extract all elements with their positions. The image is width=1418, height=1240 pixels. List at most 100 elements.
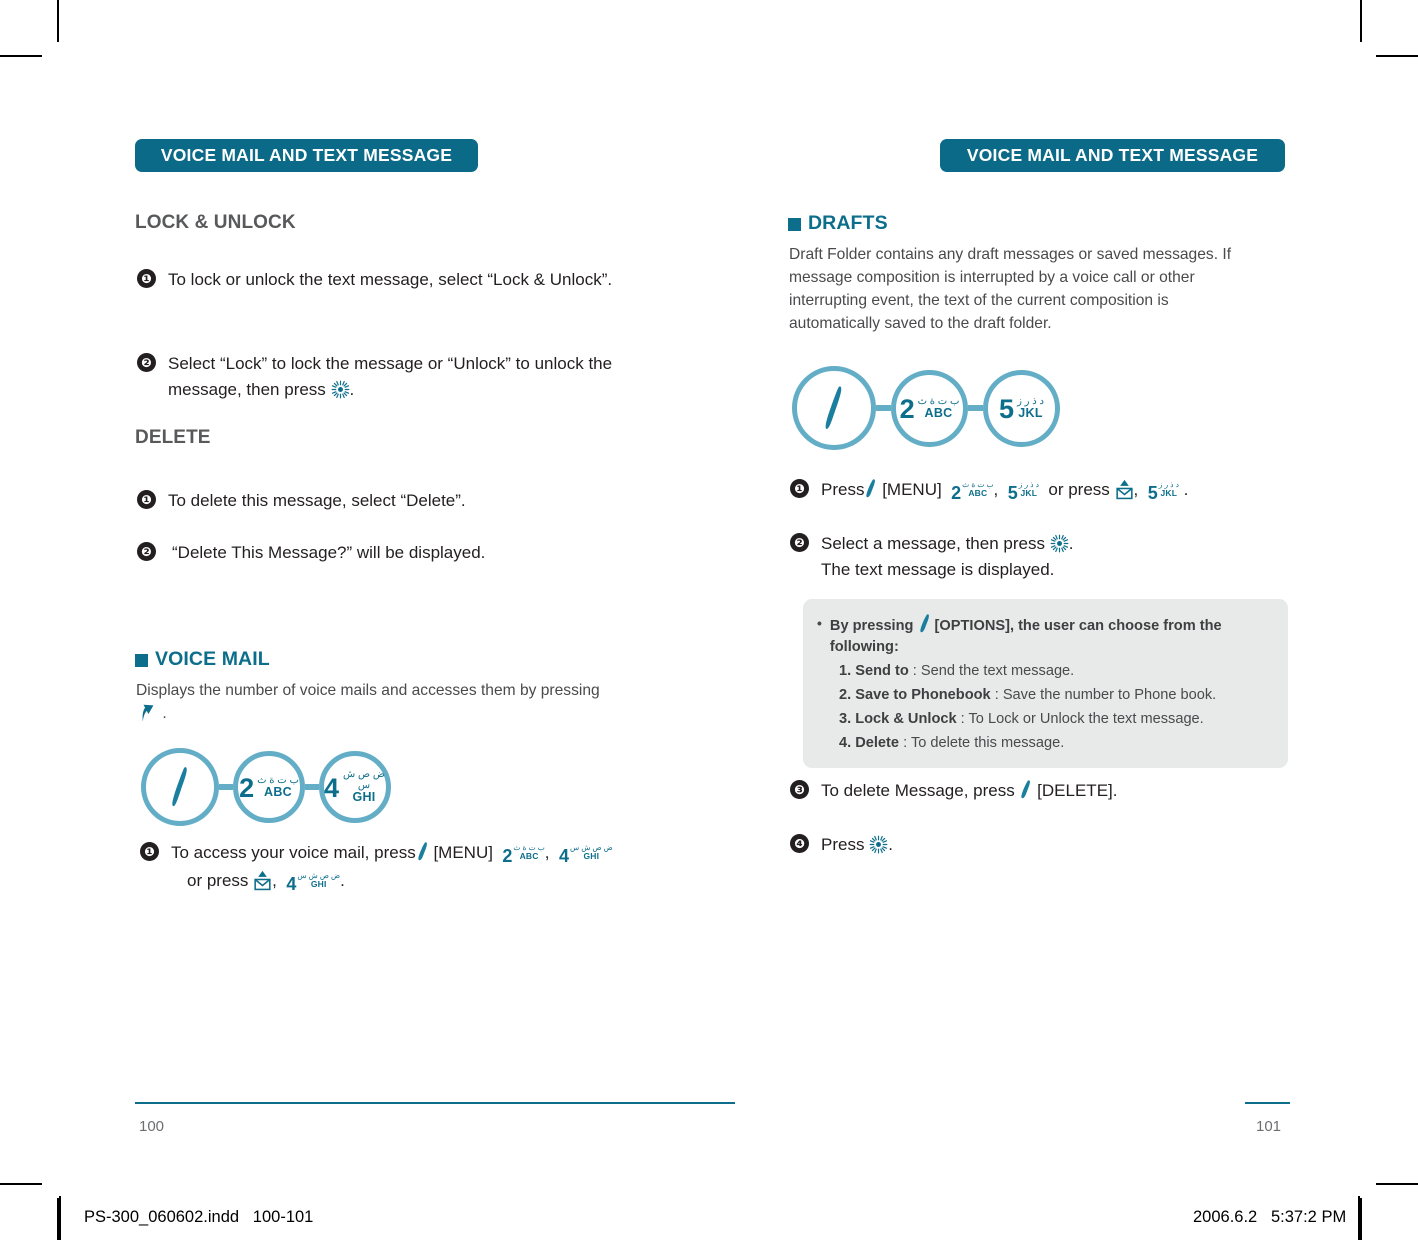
key-labels: ض ص ش س GHI bbox=[342, 769, 386, 805]
key-latin-label: GHI bbox=[310, 879, 327, 889]
key-separator: , bbox=[993, 480, 999, 499]
step-number: ❶ bbox=[790, 479, 809, 498]
key-latin-label: JKL bbox=[1160, 488, 1178, 498]
menu-slash-icon bbox=[823, 384, 845, 432]
ok-key-burst-icon bbox=[331, 380, 350, 399]
step-text: To delete this message, select “Delete”. bbox=[168, 491, 466, 510]
menu-slash-icon bbox=[918, 613, 931, 633]
menu-slash-icon bbox=[416, 841, 429, 861]
menu-softkey-label: [MENU] bbox=[882, 480, 942, 499]
step-text-before: To delete Message, press bbox=[821, 781, 1020, 800]
send-call-key-icon bbox=[136, 702, 158, 721]
option-separator: : bbox=[899, 735, 911, 751]
step-voice-mail-1: ❶ To access your voice mail, press [MENU… bbox=[140, 840, 691, 896]
description-text-after: . bbox=[158, 705, 167, 722]
print-slug-timestamp: 2006.6.2 5:37:2 PM bbox=[1193, 1208, 1347, 1226]
inline-key-2: 2ب ت ة ث ABC bbox=[951, 479, 993, 505]
slug-divider-right bbox=[1358, 1196, 1360, 1240]
key-digit: 4 bbox=[558, 846, 569, 866]
option-separator: : bbox=[956, 711, 969, 727]
page-number-right: 101 bbox=[1256, 1118, 1282, 1135]
heading-lock-and-unlock: LOCK & UNLOCK bbox=[135, 212, 296, 233]
option-description: To delete this message. bbox=[910, 735, 1065, 751]
key-circle-menu bbox=[141, 748, 219, 826]
key-chain-connector bbox=[968, 405, 983, 411]
menu-slash-icon bbox=[864, 478, 877, 498]
step-drafts-2: ❷ Select a message, then press . The tex… bbox=[790, 531, 1341, 583]
option-description: To Lock or Unlock the text message. bbox=[968, 711, 1204, 727]
note-lead-text: By pressing [OPTIONS], the user can choo… bbox=[830, 613, 1272, 658]
step-number: ❶ bbox=[140, 842, 159, 861]
option-label: 1. Send to bbox=[839, 663, 909, 679]
heading-voice-mail: VOICE MAIL bbox=[135, 648, 270, 671]
step-text-before: Press bbox=[821, 835, 870, 854]
message-key-icon bbox=[1115, 479, 1134, 500]
message-key-icon bbox=[253, 870, 272, 891]
step-text: “Delete This Message?” will be displayed… bbox=[172, 543, 486, 562]
inline-key-5-b: 5د ذ ر ز JKL bbox=[1148, 479, 1179, 505]
key-digit: 4 bbox=[286, 874, 297, 894]
menu-slash-icon bbox=[170, 765, 190, 809]
options-note-box: • By pressing [OPTIONS], the user can ch… bbox=[803, 599, 1288, 768]
heading-label: VOICE MAIL bbox=[155, 648, 270, 670]
step-delete-2: ❷ “Delete This Message?” will be display… bbox=[137, 540, 672, 566]
step-number: ❶ bbox=[137, 269, 156, 288]
inline-key-4-b: 4ض ص ش س GHI bbox=[286, 870, 340, 896]
square-bullet-icon bbox=[788, 218, 801, 231]
key-circle-2: 2 ب ت ة ث ABC bbox=[233, 751, 305, 823]
crop-mark-bottom-left-horizontal bbox=[0, 1183, 42, 1185]
option-item-4: 4. Delete : To delete this message. bbox=[817, 733, 1272, 754]
step-period: . bbox=[340, 871, 345, 890]
option-item-2: 2. Save to Phonebook : Save the number t… bbox=[817, 685, 1272, 706]
key-separator: , bbox=[544, 843, 550, 862]
key-digit: 2 bbox=[951, 483, 962, 503]
step-delete-1: ❶ To delete this message, select “Delete… bbox=[137, 488, 668, 514]
bullet-icon: • bbox=[817, 615, 822, 631]
key-latin-label: ABC bbox=[519, 851, 539, 861]
heading-drafts: DRAFTS bbox=[788, 212, 888, 235]
key-chain-connector bbox=[876, 405, 891, 411]
option-item-1: 1. Send to : Send the text message. bbox=[817, 661, 1272, 682]
step-drafts-1: ❶ Press [MENU] 2ب ت ة ث ABC, 5د ذ ر ز JKL … bbox=[790, 477, 1341, 505]
step-number: ❷ bbox=[137, 353, 156, 372]
step-number: ❹ bbox=[790, 834, 809, 853]
key-circle-menu bbox=[792, 366, 876, 450]
step-line1-before: Select a message, then press bbox=[821, 534, 1050, 553]
step-line1-after: . bbox=[1068, 534, 1074, 553]
step-text-part2: or press bbox=[187, 871, 249, 890]
step-text-part1: To access your voice mail, press bbox=[171, 843, 416, 862]
step-text-after: [DELETE]. bbox=[1032, 781, 1118, 800]
step-number: ❷ bbox=[137, 542, 156, 561]
key-arabic-label: د ذ ر ز bbox=[1017, 395, 1044, 407]
key-circle-4: 4 ض ص ش س GHI bbox=[319, 751, 391, 823]
step-text-after: . bbox=[888, 835, 893, 854]
step-drafts-4: ❹ Press . bbox=[790, 832, 1341, 858]
crop-mark-top-left-vertical bbox=[57, 0, 59, 42]
crop-mark-bottom-right-vertical bbox=[1360, 1198, 1362, 1240]
key-chain-connector bbox=[305, 784, 319, 790]
crop-mark-top-right-vertical bbox=[1360, 0, 1362, 42]
step-text-part2: or press bbox=[1048, 480, 1110, 499]
running-head-left: VOICE MAIL AND TEXT MESSAGE bbox=[135, 139, 478, 172]
key-latin-label: GHI bbox=[352, 790, 376, 805]
option-label: 2. Save to Phonebook bbox=[839, 687, 991, 703]
key-labels: د ذ ر ز JKL bbox=[1017, 396, 1044, 421]
step-text-part1: Press bbox=[821, 480, 865, 499]
crop-mark-bottom-right-horizontal bbox=[1376, 1183, 1418, 1185]
voice-mail-description: Displays the number of voice mails and a… bbox=[136, 679, 606, 725]
manual-page-spread: VOICE MAIL AND TEXT MESSAGE LOCK & UNLOC… bbox=[0, 0, 1418, 1240]
menu-softkey-label: [MENU] bbox=[433, 843, 493, 862]
key-latin-label: ABC bbox=[924, 405, 953, 420]
key-labels: د ذ ر ز JKL bbox=[1019, 481, 1039, 498]
key-labels: ب ت ة ث ABC bbox=[513, 844, 544, 861]
key-digit: 5 bbox=[999, 393, 1015, 424]
key-labels: ب ت ة ث ABC bbox=[257, 775, 299, 800]
footer-rule-right bbox=[1245, 1102, 1290, 1104]
option-description: Save the number to Phone book. bbox=[1002, 687, 1217, 703]
step-number: ❶ bbox=[137, 490, 156, 509]
key-latin-label: GHI bbox=[583, 851, 600, 861]
heading-delete: DELETE bbox=[135, 427, 211, 448]
option-description: Send the text message. bbox=[920, 663, 1075, 679]
description-text-before: Displays the number of voice mails and a… bbox=[136, 682, 600, 699]
key-latin-label: ABC bbox=[968, 488, 988, 498]
